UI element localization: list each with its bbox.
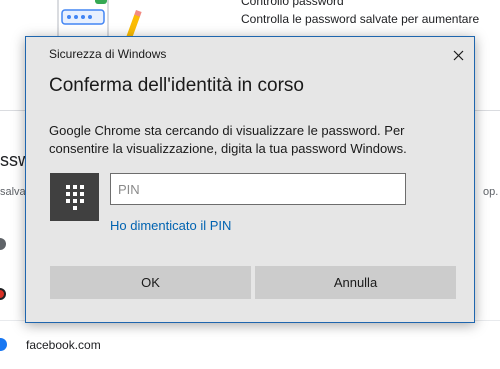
dialog-message: Google Chrome sta cercando di visualizza… — [49, 123, 407, 156]
keypad-icon — [65, 185, 84, 210]
facebook-favicon-icon — [0, 338, 7, 351]
ok-button[interactable]: OK — [50, 266, 251, 299]
pin-input[interactable] — [110, 173, 406, 205]
dialog-window-title: Sicurezza di Windows — [49, 47, 167, 61]
forgot-pin-link[interactable]: Ho dimenticato il PIN — [110, 218, 231, 233]
password-check-title: Controllo password — [241, 0, 344, 8]
password-check-description: Controlla le password salvate per aument… — [241, 12, 480, 26]
site-favicon-icon — [0, 288, 6, 300]
close-button[interactable] — [448, 45, 468, 65]
windows-security-dialog: Sicurezza di Windows Conferma dell'ident… — [25, 36, 475, 323]
passwords-section-subtitle-end: op. — [483, 186, 499, 198]
cancel-button[interactable]: Annulla — [255, 266, 456, 299]
site-favicon-icon — [0, 238, 6, 250]
close-icon — [453, 50, 463, 60]
dialog-heading: Conferma dell'identità in corso — [49, 75, 304, 96]
saved-password-site[interactable]: facebook.com — [26, 338, 101, 352]
passwords-section-subtitle: salva — [0, 186, 26, 198]
pin-credential-tile — [50, 173, 99, 221]
